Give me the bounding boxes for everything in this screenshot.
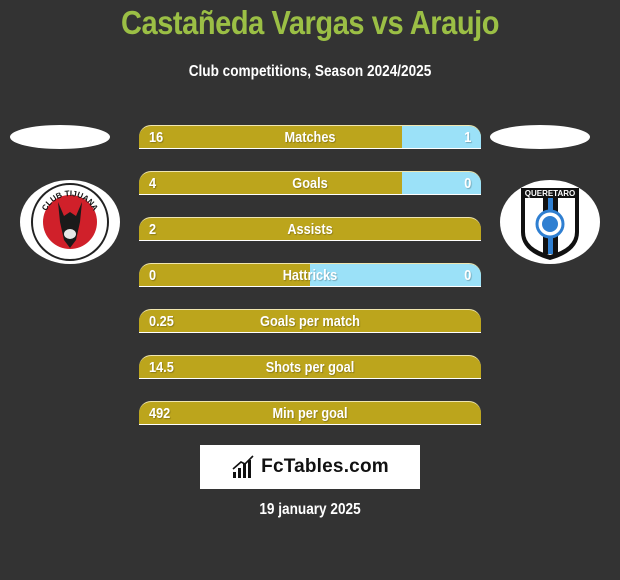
fctables-logo[interactable]: FcTables.com [200,445,420,489]
stat-label: Assists [287,220,333,238]
page-title: Castañeda Vargas vs Araujo [120,4,500,41]
right-team-badge[interactable]: QUERETARO [500,180,600,264]
right-value: 0 [463,266,471,284]
left-team-badge[interactable]: CLUB TIJUANA [20,180,120,264]
stat-row: 0.25 Goals per match [139,309,481,333]
left-value: 4 [149,174,157,192]
stat-label: Hattricks [282,266,338,284]
stat-label: Matches [284,128,336,146]
right-value: 0 [463,174,471,192]
right-value: 1 [463,128,471,146]
club-tijuana-crest-icon: CLUB TIJUANA [31,183,109,261]
bar-chart-icon [232,455,254,478]
stat-row: 4 Goals 0 [139,171,481,195]
stat-row: 2 Assists [139,217,481,241]
stat-label: Goals per match [260,312,360,330]
stat-label: Goals [292,174,328,192]
page-subtitle: Club competitions, Season 2024/2025 [188,63,432,80]
left-value: 2 [149,220,157,238]
queretaro-crest-icon: QUERETARO [521,188,579,260]
right-player-placeholder [490,125,590,149]
date-label: 19 january 2025 [259,501,361,518]
stat-row: 492 Min per goal [139,401,481,425]
stat-row: 0 Hattricks 0 [139,263,481,287]
left-value: 0 [149,266,157,284]
left-player-placeholder [10,125,110,149]
left-value: 16 [149,128,164,146]
stat-label: Min per goal [272,404,348,422]
stat-row: 14.5 Shots per goal [139,355,481,379]
logo-text: FcTables.com [261,456,389,477]
stat-row: 16 Matches 1 [139,125,481,149]
svg-text:QUERETARO: QUERETARO [525,189,576,198]
stat-label: Shots per goal [265,358,355,376]
